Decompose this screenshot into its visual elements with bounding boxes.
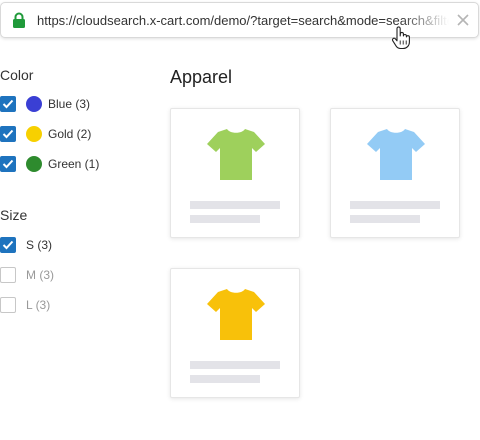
checkbox-size-m[interactable] [0, 267, 16, 283]
color-option-label: Blue (3) [48, 97, 91, 111]
hand-cursor-icon [391, 26, 410, 50]
size-option-s[interactable]: S (3) [0, 236, 140, 254]
product-price-placeholder [190, 375, 260, 383]
size-option-label: M (3) [26, 268, 54, 282]
gold-swatch [26, 126, 42, 142]
category-title: Apparel [170, 67, 233, 87]
size-option-m[interactable]: M (3) [0, 266, 140, 284]
checkbox-green[interactable] [0, 156, 16, 172]
product-card[interactable] [170, 268, 300, 398]
tshirt-icon [207, 289, 265, 340]
tshirt-icon [367, 129, 425, 180]
size-option-label: S (3) [26, 238, 53, 252]
product-title-placeholder [350, 201, 440, 209]
product-title-placeholder [190, 201, 280, 209]
color-option-label: Green (1) [48, 157, 100, 171]
product-price-placeholder [350, 215, 420, 223]
blue-swatch [26, 96, 42, 112]
tshirt-icon [207, 129, 265, 180]
product-card[interactable] [330, 108, 460, 238]
color-option-gold[interactable]: Gold (2) [0, 125, 140, 143]
green-swatch [26, 156, 42, 172]
color-filter-title: Color [0, 67, 34, 83]
product-price-placeholder [190, 215, 260, 223]
url-text[interactable]: https://cloudsearch.x-cart.com/demo/?tar… [37, 13, 449, 31]
clear-url-icon[interactable] [457, 14, 469, 26]
product-title-placeholder [190, 361, 280, 369]
checkbox-size-l[interactable] [0, 297, 16, 313]
size-option-label: L (3) [26, 298, 51, 312]
size-option-l[interactable]: L (3) [0, 296, 140, 314]
color-option-blue[interactable]: Blue (3) [0, 95, 140, 113]
lock-icon [13, 12, 25, 28]
product-card[interactable] [170, 108, 300, 238]
color-option-green[interactable]: Green (1) [0, 155, 140, 173]
checkbox-gold[interactable] [0, 126, 16, 142]
checkbox-size-s[interactable] [0, 237, 16, 253]
size-filter-title: Size [0, 207, 28, 223]
checkbox-blue[interactable] [0, 96, 16, 112]
color-option-label: Gold (2) [48, 127, 92, 141]
